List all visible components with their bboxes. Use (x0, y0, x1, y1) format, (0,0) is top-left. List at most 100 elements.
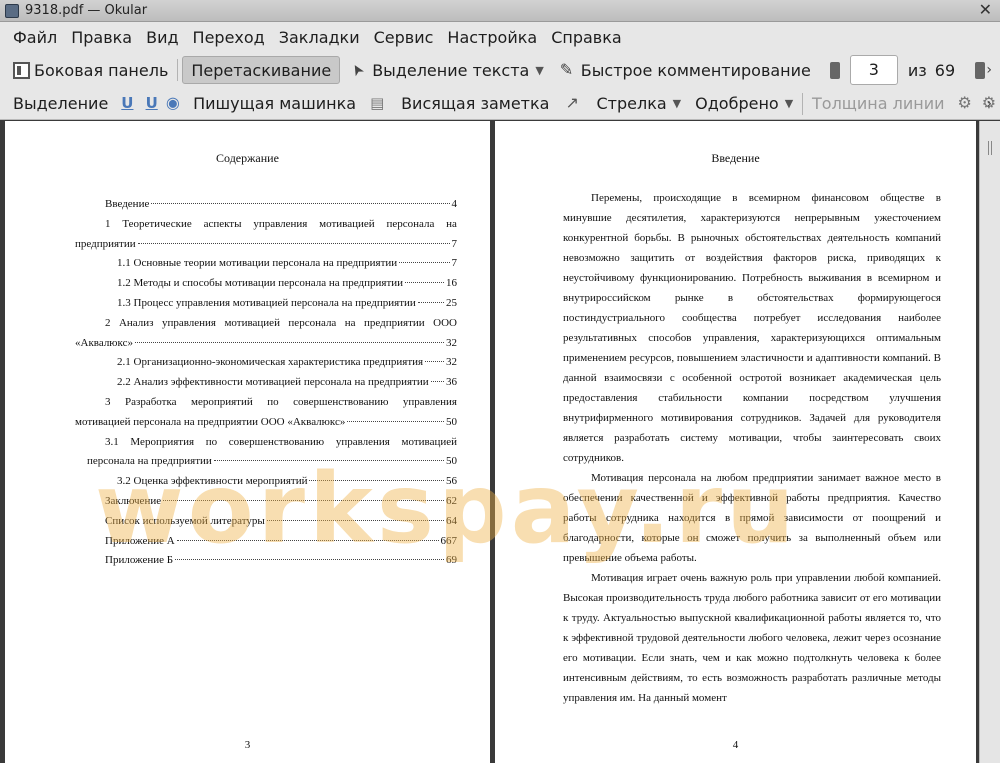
toc-word: совершенствованию (228, 435, 325, 448)
toc-entry-page: 69 (446, 554, 457, 567)
menu-edit[interactable]: Правка (64, 28, 139, 47)
page-number: 4 (732, 739, 739, 751)
main-toolbar: Боковая панель Перетаскивание Выделение … (0, 52, 1000, 88)
toc-word: мотивацией (401, 435, 457, 448)
menu-bar: Файл Правка Вид Переход Закладки Сервис … (0, 22, 1000, 52)
underline-icon[interactable] (119, 94, 133, 112)
toc-entry-title: мотивацией персонала на предприятии ООО … (75, 415, 346, 428)
toc-leader-dots (134, 341, 444, 343)
toc-word: по (267, 395, 279, 408)
text-select-tool-label: Выделение текста (372, 60, 530, 80)
toc-word: по (205, 435, 218, 448)
toc-entry-title: 1.2 Методы и способы мотивации персонала… (117, 277, 404, 290)
toc-word: персонала (386, 217, 435, 230)
section-heading: Введение (711, 151, 760, 165)
toc-word: управления (253, 217, 308, 230)
paragraph: Мотивация персонала на любом предприятии… (563, 472, 941, 564)
color-picker-icon[interactable] (958, 93, 973, 112)
toc-entry: Введение 4 (75, 195, 457, 215)
stamp-tool-label: Одобрено (695, 94, 779, 113)
scrollbar-grip[interactable] (988, 141, 992, 155)
toc-word: управления (335, 435, 390, 448)
toc-entry-page: 25 (446, 296, 457, 309)
toc-word: мотивацией (319, 217, 375, 230)
toc-entry-page: 50 (446, 415, 457, 428)
stamp-tool-button[interactable]: Одобрено ▼ (690, 90, 798, 118)
page-of-label: из (907, 60, 927, 80)
typewriter-tool-label: Пишущая машинка (193, 94, 357, 113)
toolbar-separator (802, 92, 803, 115)
toolbar-overflow-icon[interactable]: › (986, 62, 992, 78)
document-viewport[interactable]: Содержание Введение 4 1 Теоретические аспект… (0, 121, 1000, 763)
toc-word: 1 (105, 217, 111, 230)
toc-word: управления (161, 316, 216, 329)
menu-go[interactable]: Переход (186, 28, 272, 47)
strikeout-icon[interactable] (166, 93, 180, 112)
toc-entry-title: 3.2 Оценка эффективности мероприятий (117, 475, 308, 488)
toc-entry: 3.2 Оценка эффективности мероприятий 56 (75, 472, 457, 492)
toc-entry-page: 16 (446, 277, 457, 290)
menu-tools[interactable]: Сервис (367, 28, 441, 47)
window-title: 9318.pdf — Okular (25, 3, 148, 18)
toc-leader-dots (425, 361, 444, 363)
toc-entry-page: 7 (451, 257, 458, 270)
toc-entry-title: персонала на предприятии (87, 455, 212, 468)
squiggle-icon[interactable] (144, 94, 158, 112)
previous-page-icon[interactable] (829, 61, 840, 79)
next-page-icon[interactable] (975, 61, 986, 79)
toc-entry: 2 Анализ управления мотивацией персонала на пр… (75, 314, 457, 334)
typewriter-tool-button[interactable]: Пишущая машинка (188, 90, 361, 118)
toc-entry-title: 1.3 Процесс управления мотивацией персон… (117, 296, 416, 309)
toc-word: управления (402, 395, 457, 408)
toc-entry-page: 36 (446, 376, 457, 389)
toc-entry-title: предприятии (75, 237, 136, 250)
toc-entry: 3 Разработка мероприятий по совершенствовани… (75, 393, 457, 413)
window-titlebar: 9318.pdf — Okular ✕ (0, 0, 1000, 22)
toc-leader-dots (176, 539, 439, 541)
toc-leader-dots (347, 420, 444, 422)
cursor-icon (351, 62, 368, 79)
toc-word: Разработка (124, 395, 177, 408)
toolbar-separator (177, 59, 179, 81)
arrow-tool-button[interactable]: Стрелка ▼ (560, 90, 686, 118)
toolbar-overflow-icon[interactable]: › (986, 96, 992, 112)
menu-bookmarks[interactable]: Закладки (272, 28, 367, 47)
toc-word: ООО (433, 316, 457, 329)
toc-entry-page: 667 (440, 534, 458, 547)
toc-word: персонала (288, 316, 337, 329)
line-width-control[interactable]: Толщина линии (807, 90, 950, 118)
toc-word: на (344, 316, 356, 329)
arrow-tool-label: Стрелка (596, 94, 667, 113)
quick-annotate-button[interactable]: Быстрое комментирование (555, 56, 816, 84)
toc-entry-page: 7 (451, 237, 458, 250)
chevron-down-icon: ▼ (784, 97, 794, 110)
menu-settings[interactable]: Настройка (440, 28, 544, 47)
toc-heading: Содержание (216, 151, 279, 165)
page-number-input[interactable]: 3 (849, 55, 898, 85)
highlight-tool-label: Выделение (13, 94, 109, 113)
menu-view[interactable]: Вид (139, 28, 185, 47)
toc-entry-title: «Аквалюкс» (75, 336, 133, 349)
pen-icon (560, 60, 577, 79)
browse-tool-button[interactable]: Перетаскивание (182, 56, 341, 84)
text-select-tool-button[interactable]: Выделение текста ▼ (346, 56, 549, 84)
window-close-icon[interactable]: ✕ (979, 2, 992, 18)
menu-file[interactable]: Файл (6, 28, 64, 47)
sidebar-toggle-button[interactable]: Боковая панель (8, 56, 173, 84)
sticky-note-tool-button[interactable]: Висящая заметка (365, 90, 554, 118)
menu-help[interactable]: Справка (544, 28, 629, 47)
toc-entry-title: Приложение Б (105, 554, 174, 567)
toc-leader-dots (137, 242, 450, 244)
sticky-note-tool-label: Висящая заметка (401, 94, 550, 113)
vertical-scrollbar[interactable] (979, 121, 1000, 763)
toc-entry-page: 32 (446, 336, 457, 349)
toc-entry: Приложение А 667 (75, 532, 457, 552)
toc-word: 3 (105, 395, 111, 408)
toc-entry-title: Приложение А (105, 534, 175, 547)
annotation-toolbar: Выделение Пишущая машинка Висящая заметк… (0, 88, 1000, 120)
arrow-icon (565, 93, 582, 112)
table-of-contents: Введение 4 1 Теоретические аспекты управления… (75, 195, 457, 571)
chevron-down-icon: ▼ (672, 97, 682, 110)
highlight-tool-button[interactable]: Выделение (8, 90, 113, 118)
note-icon (370, 94, 387, 112)
